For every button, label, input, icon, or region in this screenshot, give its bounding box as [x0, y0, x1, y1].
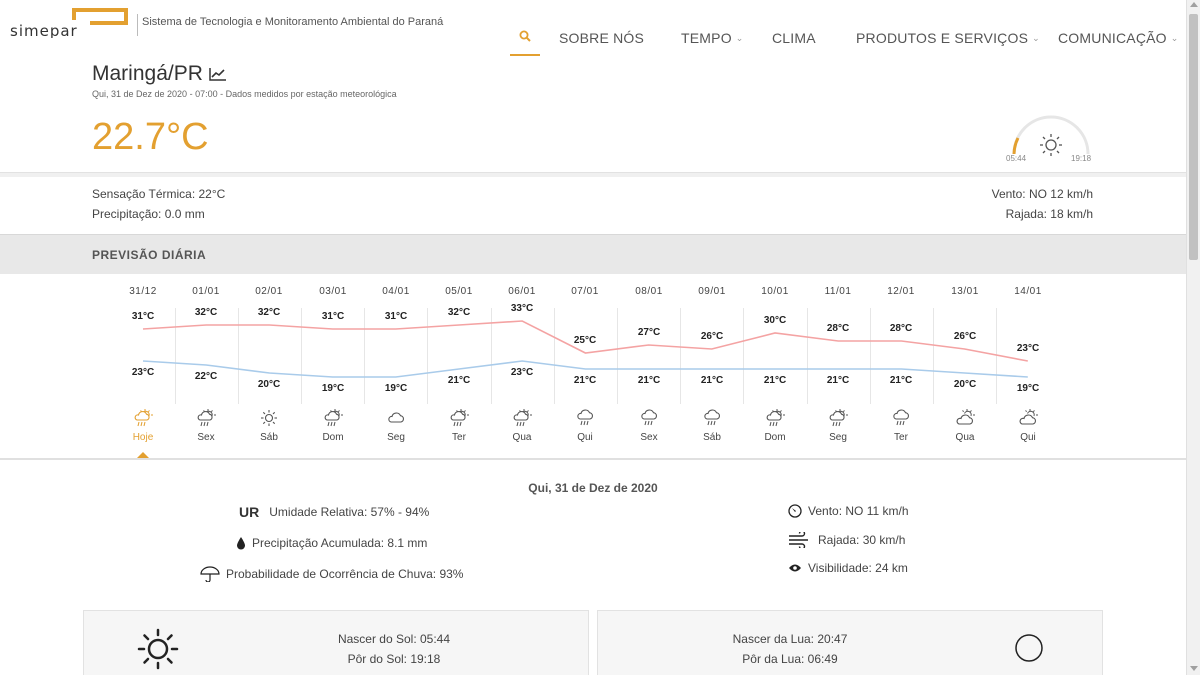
- umbrella-icon: [200, 566, 220, 582]
- wind-gust-icon: [789, 532, 808, 548]
- page-scrollbar[interactable]: [1186, 0, 1200, 675]
- ur-label: UR: [239, 504, 260, 520]
- sun-card: Nascer do Sol: 05:44 Pôr do Sol: 19:18: [83, 610, 589, 675]
- moon-card: Nascer da Lua: 20:47 Pôr da Lua: 06:49: [597, 610, 1103, 675]
- humidity-row: UR Umidade Relativa: 57% - 94%: [239, 504, 429, 520]
- wind-text: Vento: NO 11 km/h: [808, 504, 909, 518]
- wind-row: Vento: NO 11 km/h: [788, 504, 909, 518]
- rain-prob-text: Probabilidade de Ocorrência de Chuva: 93…: [226, 567, 464, 581]
- gust-row: Rajada: 30 km/h: [788, 532, 905, 548]
- scroll-thumb[interactable]: [1189, 14, 1198, 260]
- precip-acc-row: Precipitação Acumulada: 8.1 mm: [236, 536, 427, 550]
- section-divider: [0, 458, 1186, 460]
- max-temperature-line: [142, 320, 1028, 362]
- moon-phase-icon: [1015, 634, 1043, 662]
- moonset-text: Pôr da Lua: 06:49: [742, 652, 838, 666]
- visibility-row: Visibilidade: 24 km: [788, 561, 908, 575]
- detail-date: Qui, 31 de Dez de 2020: [528, 481, 658, 495]
- temperature-lines: [142, 320, 1028, 378]
- precip-acc-text: Precipitação Acumulada: 8.1 mm: [252, 536, 428, 550]
- compass-icon: [788, 504, 802, 518]
- rain-prob-row: Probabilidade de Ocorrência de Chuva: 93…: [200, 566, 463, 582]
- sun-icon: [137, 628, 179, 670]
- sunset-text: Pôr do Sol: 19:18: [347, 652, 441, 666]
- gust-text: Rajada: 30 km/h: [818, 533, 906, 547]
- drop-icon: [237, 537, 245, 550]
- moonrise-text: Nascer da Lua: 20:47: [732, 632, 848, 646]
- humidity-text: Umidade Relativa: 57% - 94%: [269, 505, 430, 519]
- scroll-down-arrow[interactable]: [1190, 666, 1198, 671]
- visibility-text: Visibilidade: 24 km: [808, 561, 908, 575]
- min-temperature-line: [142, 360, 1028, 378]
- scroll-up-arrow[interactable]: [1190, 2, 1198, 7]
- eye-icon: [789, 564, 801, 572]
- sunrise-text: Nascer do Sol: 05:44: [337, 632, 451, 646]
